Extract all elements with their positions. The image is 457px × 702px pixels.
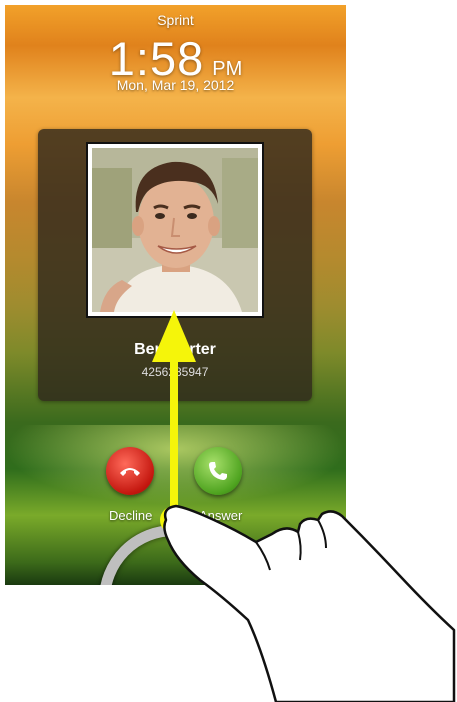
pointing-hand-icon xyxy=(163,504,456,702)
gesture-overlay xyxy=(152,310,456,702)
swipe-up-arrowhead xyxy=(152,310,196,362)
